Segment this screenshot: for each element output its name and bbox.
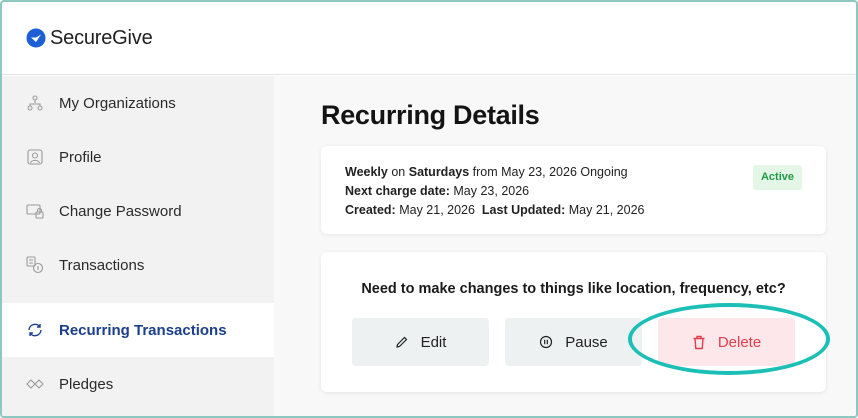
sidebar-item-transactions[interactable]: Transactions [2,238,274,292]
sidebar-item-label: Transactions [59,256,145,274]
frequency: Weekly [345,165,388,179]
edit-label: Edit [420,333,447,351]
next-charge-line: Next charge date: May 23, 2026 [345,182,802,201]
app-name: SecureGive [50,26,153,49]
org-tree-icon [26,94,44,112]
sidebar-item-label: Profile [59,148,102,166]
delete-highlight-circle [628,303,830,375]
profile-icon [26,148,44,166]
updated-value: May 21, 2026 [568,203,645,217]
next-charge-value: May 23, 2026 [453,184,530,198]
edit-button[interactable]: Edit [352,318,489,366]
updated-label: Last Updated: [481,203,566,217]
pencil-icon [395,336,407,348]
sidebar: My Organizations Profile Change Password [2,76,274,416]
created-label: Created: [345,203,396,217]
sidebar-item-my-organizations[interactable]: My Organizations [2,76,274,130]
sidebar-item-profile[interactable]: Profile [2,130,274,184]
pause-button[interactable]: Pause [505,318,642,366]
page-title: Recurring Details [321,100,540,130]
change-prompt: Need to make changes to things like loca… [361,281,786,297]
from-text: from May 23, 2026 Ongoing [472,165,628,179]
sidebar-item-label: Pledges [59,375,114,393]
sidebar-item-label: My Organizations [59,94,176,112]
app-window: SecureGive My Organizations Profile Chan… [0,0,858,418]
sidebar-item-change-password[interactable]: Change Password [2,184,274,238]
top-bar: SecureGive [2,2,856,75]
created-line: Created: May 21, 2026 Last Updated: May … [345,201,802,220]
pause-label: Pause [565,333,608,351]
pause-icon [540,335,553,349]
sidebar-item-label: Recurring Transactions [59,321,227,339]
sidebar-item-recurring-transactions[interactable]: Recurring Transactions [2,303,274,357]
logo[interactable]: SecureGive [26,27,153,50]
schedule-line: Weekly on Saturdays from May 23, 2026 On… [345,163,802,182]
securegive-logo-icon [26,28,46,48]
recurring-details-card: Weekly on Saturdays from May 23, 2026 On… [321,146,826,234]
day: Saturdays [408,165,470,179]
sidebar-item-label: Change Password [59,202,182,220]
created-value: May 21, 2026 [399,203,475,217]
pledge-icon [26,375,44,393]
status-badge: Active [752,165,802,190]
password-icon [26,202,44,220]
recurring-icon [26,321,44,339]
transactions-icon [26,256,44,274]
sidebar-item-pledges[interactable]: Pledges [2,357,274,411]
next-charge-label: Next charge date: [345,184,450,198]
on-text: on [391,165,406,179]
